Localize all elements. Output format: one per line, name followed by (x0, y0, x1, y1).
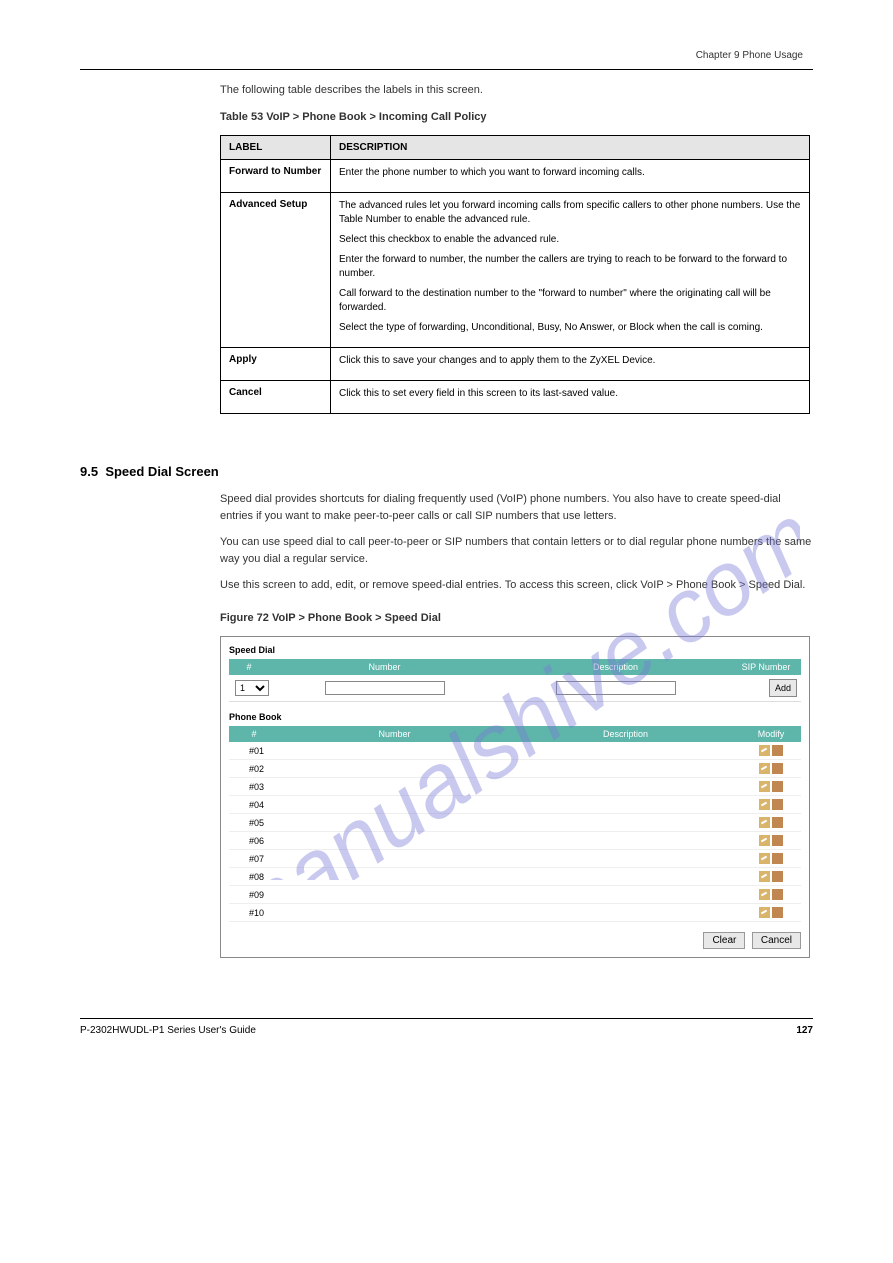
phone-book-title: Phone Book (229, 712, 801, 722)
delete-icon[interactable] (772, 817, 783, 828)
cell-label: Advanced Setup (221, 193, 331, 348)
section-para: You can use speed dial to call peer-to-p… (220, 534, 813, 567)
th-label: LABEL (221, 136, 331, 160)
page-footer: P-2302HWUDL-P1 Series User's Guide 127 (80, 1018, 813, 1036)
delete-icon[interactable] (772, 889, 783, 900)
delete-icon[interactable] (772, 763, 783, 774)
header-rule (80, 69, 813, 70)
pb-row-num: #04 (229, 800, 279, 810)
pb-row-num: #06 (229, 836, 279, 846)
table-row: Apply Click this to save your changes an… (221, 348, 810, 381)
delete-icon[interactable] (772, 853, 783, 864)
cell-label: Apply (221, 348, 331, 381)
pb-row-num: #10 (229, 908, 279, 918)
footer-page-number: 127 (796, 1025, 813, 1036)
phone-book-row: #04 (229, 796, 801, 814)
phone-book-row: #03 (229, 778, 801, 796)
delete-icon[interactable] (772, 835, 783, 846)
phone-book-row: #07 (229, 850, 801, 868)
table-row: Forward to Number Enter the phone number… (221, 160, 810, 193)
sd-index-select[interactable]: 1 (235, 680, 269, 696)
edit-icon[interactable] (759, 853, 770, 864)
button-row: Clear Cancel (229, 932, 801, 949)
delete-icon[interactable] (772, 871, 783, 882)
delete-icon[interactable] (772, 781, 783, 792)
footer-product: P-2302HWUDL-P1 Series User's Guide (80, 1025, 256, 1036)
section-para: Use this screen to add, edit, or remove … (220, 577, 813, 594)
add-button[interactable]: Add (769, 679, 797, 697)
edit-icon[interactable] (759, 889, 770, 900)
cell-label: Cancel (221, 381, 331, 414)
speed-dial-header: # Number Description SIP Number (229, 659, 801, 675)
phone-book-row: #05 (229, 814, 801, 832)
section-heading: 9.5 Speed Dial Screen (80, 464, 813, 479)
phone-book-header: # Number Description Modify (229, 726, 801, 742)
speed-dial-title: Speed Dial (229, 645, 801, 655)
phone-book-row: #08 (229, 868, 801, 886)
delete-icon[interactable] (772, 745, 783, 756)
edit-icon[interactable] (759, 781, 770, 792)
pb-row-num: #03 (229, 782, 279, 792)
figure-caption-top: Figure 72 VoIP > Phone Book > Speed Dial (220, 610, 813, 627)
pb-header-num: # (229, 729, 279, 739)
cell-desc: Click this to save your changes and to a… (331, 348, 810, 381)
pb-row-num: #01 (229, 746, 279, 756)
edit-icon[interactable] (759, 817, 770, 828)
edit-icon[interactable] (759, 871, 770, 882)
pb-header-number: Number (279, 729, 510, 739)
pb-row-num: #08 (229, 872, 279, 882)
params-intro: The following table describes the labels… (220, 82, 813, 99)
table-caption: Table 53 VoIP > Phone Book > Incoming Ca… (220, 109, 813, 126)
pb-header-desc: Description (510, 729, 741, 739)
edit-icon[interactable] (759, 799, 770, 810)
cell-label: Forward to Number (221, 160, 331, 193)
pb-row-num: #05 (229, 818, 279, 828)
pb-row-num: #02 (229, 764, 279, 774)
phone-book-row: #09 (229, 886, 801, 904)
sd-header-sip: SIP Number (731, 662, 801, 672)
cancel-button[interactable]: Cancel (752, 932, 801, 949)
phone-book-row: #10 (229, 904, 801, 922)
sd-header-desc: Description (500, 662, 731, 672)
edit-icon[interactable] (759, 763, 770, 774)
pb-row-num: #09 (229, 890, 279, 900)
edit-icon[interactable] (759, 907, 770, 918)
parameters-table: LABEL DESCRIPTION Forward to Number Ente… (220, 135, 810, 414)
cell-desc: Click this to set every field in this sc… (331, 381, 810, 414)
section-para: Speed dial provides shortcuts for dialin… (220, 491, 813, 524)
delete-icon[interactable] (772, 907, 783, 918)
cell-desc: Enter the phone number to which you want… (331, 160, 810, 193)
page-header: Chapter 9 Phone Usage (80, 50, 813, 61)
sd-header-num: # (229, 662, 269, 672)
sd-header-number: Number (269, 662, 500, 672)
phone-book-row: #01 (229, 742, 801, 760)
speed-dial-input-row: 1 Add (229, 675, 801, 702)
pb-header-modify: Modify (741, 729, 801, 739)
sd-number-input[interactable] (325, 681, 445, 695)
delete-icon[interactable] (772, 799, 783, 810)
th-desc: DESCRIPTION (331, 136, 810, 160)
phone-book-row: #06 (229, 832, 801, 850)
table-row: Advanced Setup The advanced rules let yo… (221, 193, 810, 348)
clear-button[interactable]: Clear (703, 932, 745, 949)
sd-desc-input[interactable] (556, 681, 676, 695)
phone-book-row: #02 (229, 760, 801, 778)
edit-icon[interactable] (759, 835, 770, 846)
edit-icon[interactable] (759, 745, 770, 756)
table-row: Cancel Click this to set every field in … (221, 381, 810, 414)
ui-screenshot: Speed Dial # Number Description SIP Numb… (220, 636, 810, 958)
pb-row-num: #07 (229, 854, 279, 864)
cell-desc: The advanced rules let you forward incom… (331, 193, 810, 348)
